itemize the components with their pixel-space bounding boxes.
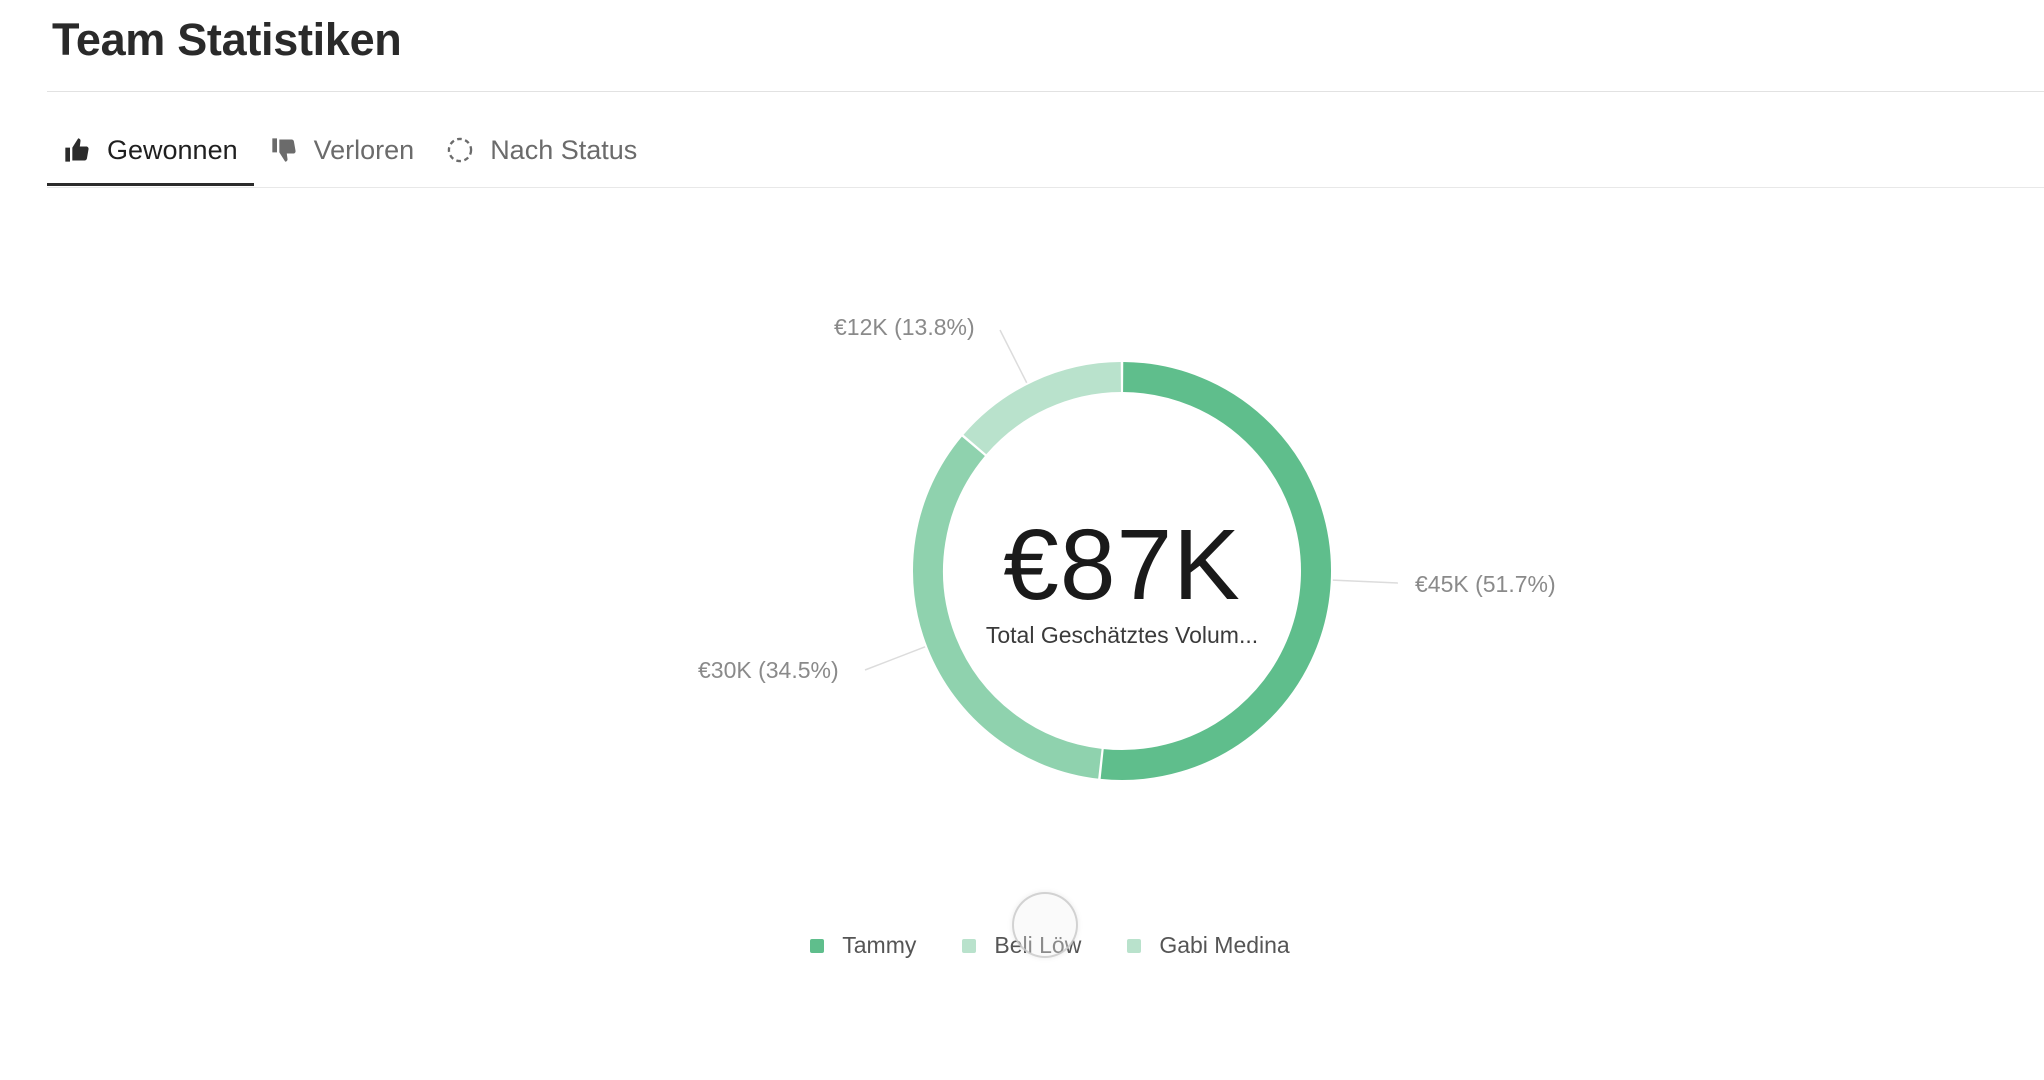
team-statistics-page: Team Statistiken Gewonnen Verloren Nach …	[0, 0, 2044, 1080]
legend-item-gabi-medina[interactable]: Gabi Medina	[1127, 932, 1290, 959]
leader-line-gabi-medina	[999, 329, 1028, 384]
legend-label: Tammy	[842, 932, 917, 958]
mouse-cursor-ring	[1012, 892, 1078, 958]
slice-label-tammy: €45K (51.7%)	[1415, 571, 1556, 597]
dashed-circle-icon	[446, 136, 474, 164]
total-value: €87K	[1003, 509, 1241, 621]
legend-label: Gabi Medina	[1159, 932, 1290, 958]
tab-bar: Gewonnen Verloren Nach Status	[47, 118, 653, 188]
tab-nach-status[interactable]: Nach Status	[430, 118, 653, 182]
leader-line-beli-loew	[864, 646, 926, 671]
leader-line-tammy	[1332, 579, 1399, 584]
legend-swatch	[810, 938, 825, 953]
title-divider	[47, 91, 2044, 92]
donut-chart: €87K Total Geschätztes Volum... €45K (51…	[0, 190, 2044, 1060]
thumbs-up-icon	[63, 136, 91, 164]
tab-verloren[interactable]: Verloren	[254, 118, 431, 182]
page-title: Team Statistiken	[52, 14, 402, 65]
thumbs-down-icon	[270, 136, 298, 164]
donut-slice-gabi-medina[interactable]	[963, 362, 1122, 455]
tab-label: Verloren	[313, 134, 415, 165]
tab-gewonnen[interactable]: Gewonnen	[47, 118, 254, 186]
slice-label-gabi-medina: €12K (13.8%)	[834, 314, 975, 340]
legend-swatch	[1127, 938, 1142, 953]
total-label: Total Geschätztes Volum...	[985, 622, 1259, 648]
slice-label-beli-loew: €30K (34.5%)	[698, 657, 839, 683]
tab-label: Nach Status	[490, 134, 638, 165]
legend-swatch	[962, 938, 977, 953]
tab-divider	[47, 187, 2044, 188]
tab-label: Gewonnen	[107, 134, 238, 165]
legend-item-tammy[interactable]: Tammy	[810, 932, 916, 959]
